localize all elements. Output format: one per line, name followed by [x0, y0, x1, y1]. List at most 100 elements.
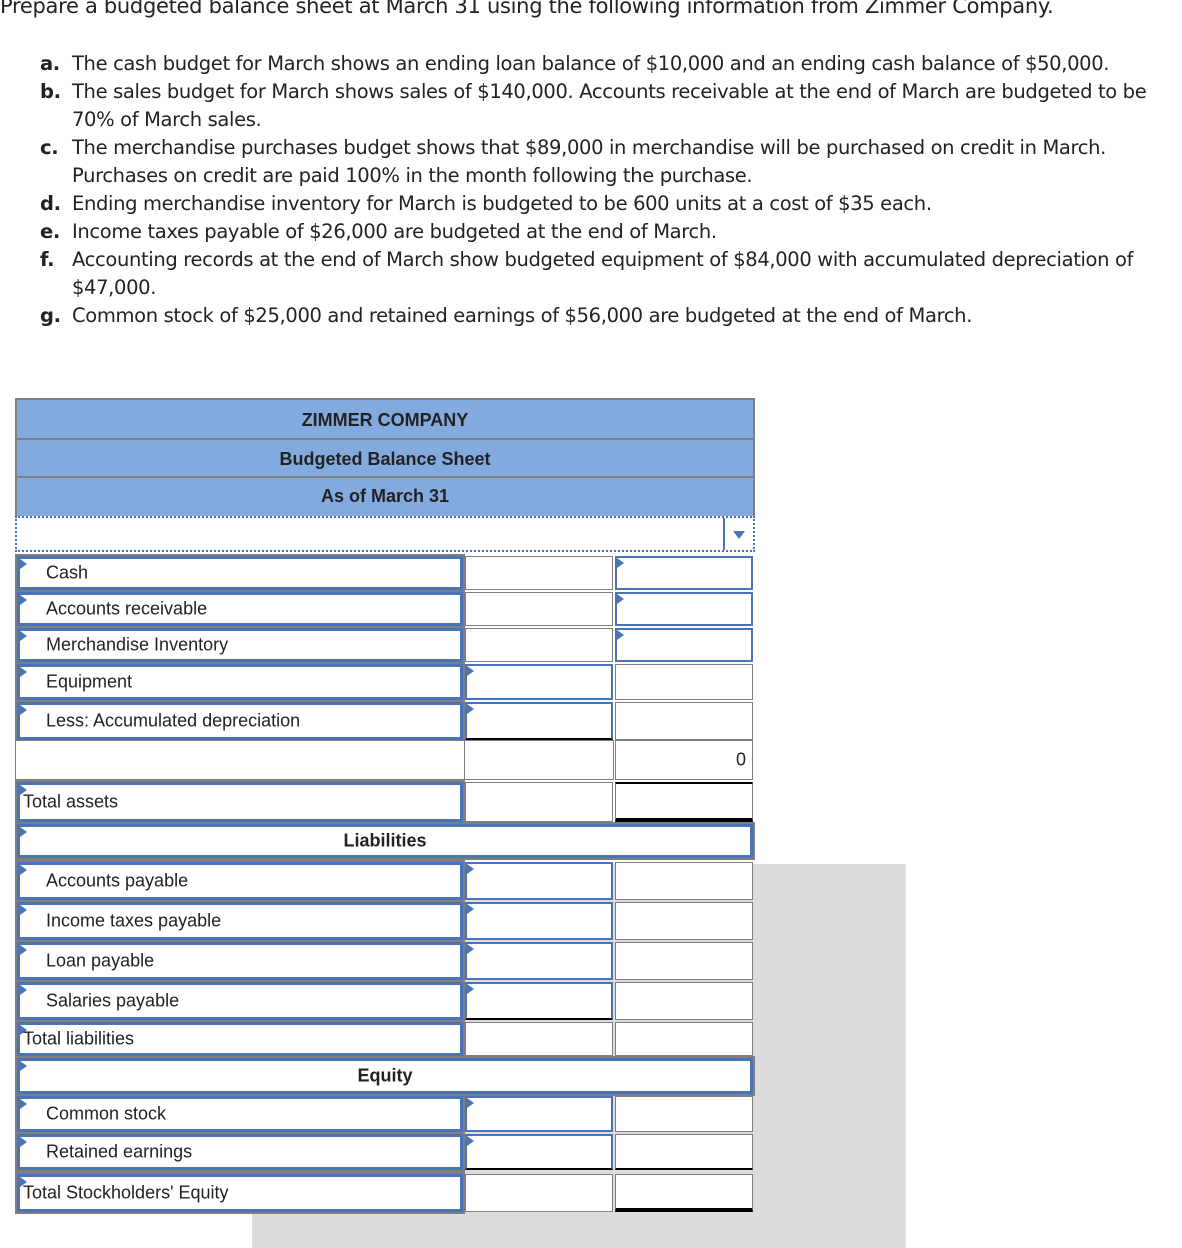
item-text: The cash budget for March shows an endin…: [72, 52, 1110, 75]
info-item: f. Accounting records at the end of March…: [40, 246, 1170, 302]
total-label-cell[interactable]: Total liabilities: [15, 1020, 465, 1058]
cell-marker-icon: [467, 704, 474, 714]
amount-input-mid[interactable]: [465, 1096, 613, 1132]
amount-input-right: [615, 1174, 753, 1212]
section-dropdown[interactable]: [15, 516, 755, 552]
amount-input-mid[interactable]: [465, 982, 613, 1020]
info-item: b. The sales budget for March shows sales…: [40, 78, 1170, 134]
line-item-label-cell[interactable]: Equipment: [15, 662, 465, 702]
subtotal-value: 0: [735, 749, 746, 770]
amount-input-right: [615, 782, 753, 822]
cell-marker-icon: [20, 1137, 27, 1147]
info-item: e. Income taxes payable of $26,000 are bu…: [40, 218, 1170, 246]
amount-input-right: [615, 1134, 753, 1170]
cell-marker-icon: [20, 945, 27, 955]
item-text: Accounting records at the end of March s…: [72, 248, 1134, 299]
amount-input-right: [615, 902, 753, 940]
cell-marker-icon: [467, 1136, 474, 1146]
cell-marker-icon: [20, 705, 27, 715]
line-item-label-cell[interactable]: Common stock: [15, 1094, 465, 1134]
line-item-label-cell[interactable]: Accounts receivable: [15, 590, 465, 628]
amount-input-right[interactable]: [615, 556, 753, 590]
item-marker: f.: [40, 248, 55, 271]
cell-marker-icon: [617, 594, 624, 604]
line-item-label: Salaries payable: [46, 990, 180, 1011]
item-marker: e.: [40, 220, 60, 243]
amount-input-mid[interactable]: [465, 702, 613, 740]
cell-marker-icon: [467, 666, 474, 676]
item-marker: a.: [40, 52, 60, 75]
line-item-label: Equipment: [46, 671, 133, 692]
amount-input-mid[interactable]: [465, 902, 613, 940]
amount-input-right: [615, 702, 753, 740]
amount-input-mid[interactable]: [465, 862, 613, 900]
line-item-label: Accounts payable: [46, 870, 189, 891]
cell-marker-icon: [20, 559, 27, 569]
line-item-label: Merchandise Inventory: [46, 634, 229, 655]
item-text: Ending merchandise inventory for March i…: [72, 192, 932, 215]
info-item: a. The cash budget for March shows an end…: [40, 50, 1170, 78]
amount-input-right[interactable]: [615, 628, 753, 662]
total-label: Total assets: [23, 791, 119, 812]
amount-input-mid: [465, 628, 613, 662]
information-list: a. The cash budget for March shows an end…: [40, 50, 1170, 330]
dropdown-separator: [723, 518, 725, 550]
amount-input-mid: [465, 556, 613, 590]
cell-marker-icon: [467, 864, 474, 874]
cell-marker-icon: [20, 985, 27, 995]
amount-input-right: [615, 1096, 753, 1132]
sheet-title: Budgeted Balance Sheet: [15, 438, 755, 478]
section-heading: Liabilities: [343, 830, 427, 851]
cell-marker-icon: [20, 631, 27, 641]
amount-input-right: [615, 862, 753, 900]
line-item-label-cell[interactable]: Accounts payable: [15, 860, 465, 902]
cell-marker-icon: [467, 904, 474, 914]
amount-input-mid: [465, 592, 613, 626]
line-item-label: Less: Accumulated depreciation: [46, 710, 301, 731]
cell-marker-icon: [20, 1099, 27, 1109]
item-text: The merchandise purchases budget shows t…: [72, 136, 1106, 187]
item-text: Common stock of $25,000 and retained ear…: [72, 304, 973, 327]
amount-input-mid: [465, 1022, 613, 1056]
item-marker: b.: [40, 80, 61, 103]
item-marker: g.: [40, 304, 61, 327]
item-marker: c.: [40, 136, 59, 159]
sheet-date: As of March 31: [15, 476, 755, 518]
amount-input-right: [615, 982, 753, 1020]
section-heading-row[interactable]: Liabilities: [15, 822, 755, 860]
line-item-label-cell[interactable]: Income taxes payable: [15, 900, 465, 942]
item-text: The sales budget for March shows sales o…: [72, 80, 1147, 131]
amount-input-right[interactable]: [615, 592, 753, 626]
line-item-label-cell[interactable]: Retained earnings: [15, 1132, 465, 1172]
line-item-label: Retained earnings: [46, 1141, 193, 1162]
line-item-label-cell[interactable]: Salaries payable: [15, 980, 465, 1022]
amount-input-mid: [465, 782, 613, 822]
line-item-label: Accounts receivable: [46, 598, 208, 619]
info-item: g. Common stock of $25,000 and retained e…: [40, 302, 1170, 330]
info-item: c. The merchandise purchases budget shows…: [40, 134, 1170, 190]
cell-marker-icon: [20, 667, 27, 677]
info-item: d. Ending merchandise inventory for March…: [40, 190, 1170, 218]
cell-marker-icon: [467, 984, 474, 994]
line-item-label-cell[interactable]: Cash: [15, 554, 465, 592]
subtotal-mid-cell: [464, 740, 614, 780]
cell-marker-icon: [617, 558, 624, 568]
amount-input-mid[interactable]: [465, 942, 613, 980]
amount-input-mid[interactable]: [465, 1134, 613, 1170]
amount-input-mid[interactable]: [465, 664, 613, 700]
item-marker: d.: [40, 192, 61, 215]
blank-label-cell: [15, 740, 465, 780]
line-item-label: Common stock: [46, 1103, 167, 1124]
line-item-label-cell[interactable]: Merchandise Inventory: [15, 626, 465, 664]
chevron-down-icon[interactable]: [733, 531, 745, 539]
line-item-label-cell[interactable]: Less: Accumulated depreciation: [15, 700, 465, 742]
total-label-cell[interactable]: Total Stockholders' Equity: [15, 1172, 465, 1214]
total-label-cell[interactable]: Total assets: [15, 780, 465, 824]
cell-marker-icon: [20, 865, 27, 875]
section-heading: Equity: [357, 1065, 413, 1086]
company-name: ZIMMER COMPANY: [15, 398, 755, 440]
section-heading-row[interactable]: Equity: [15, 1056, 755, 1096]
cell-marker-icon: [467, 1098, 474, 1108]
amount-input-right: [615, 1022, 753, 1056]
line-item-label-cell[interactable]: Loan payable: [15, 940, 465, 982]
